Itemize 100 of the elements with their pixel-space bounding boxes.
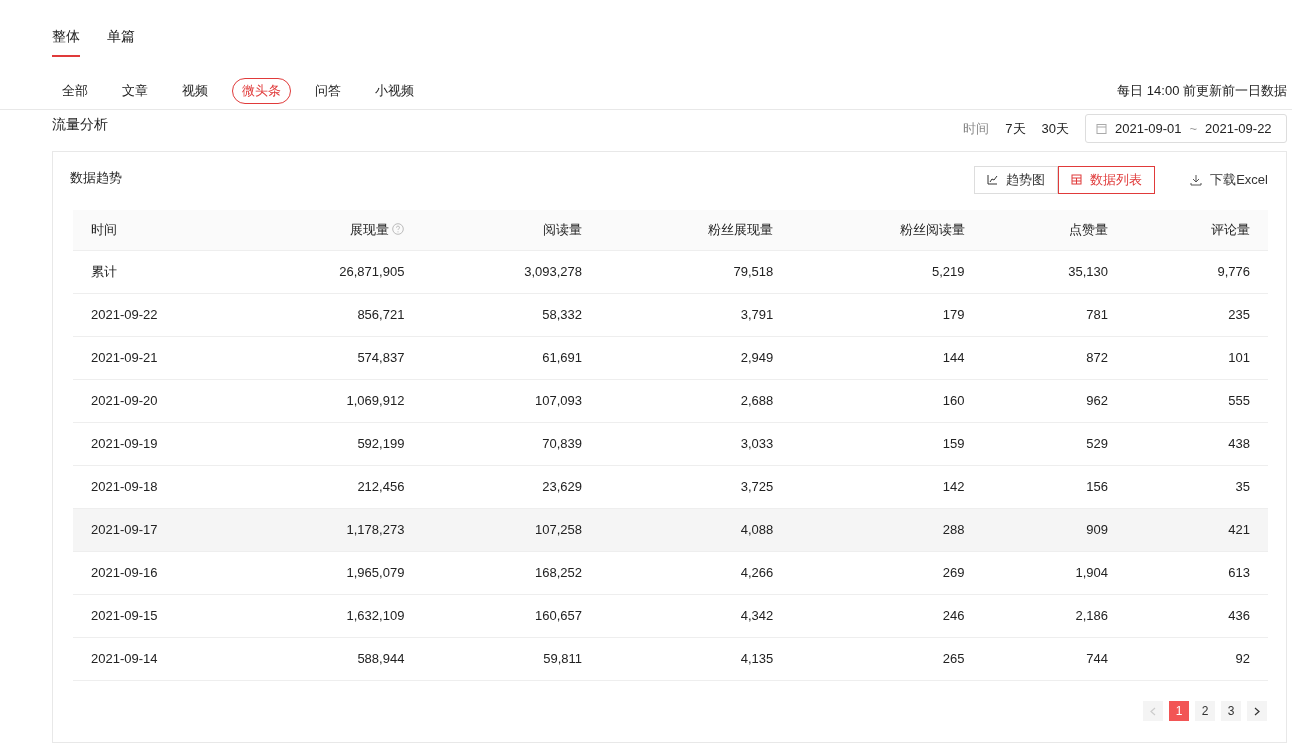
table-cell: 2021-09-18 xyxy=(73,465,231,509)
time-option[interactable]: 30天 xyxy=(1041,118,1069,138)
table-cell: 235 xyxy=(1125,293,1268,337)
content-tab[interactable]: 文章 xyxy=(112,78,158,104)
table-cell: 168,252 xyxy=(422,551,601,595)
table-cell: 累计 xyxy=(73,250,231,294)
table-cell: 35 xyxy=(1125,465,1268,509)
table-row[interactable]: 2021-09-17 1,178,273 107,258 4,088 288 909 421 xyxy=(73,508,1268,552)
column-header: 点赞量 xyxy=(982,209,1126,251)
column-header: 阅读量 xyxy=(422,209,601,251)
table-cell: 107,093 xyxy=(422,379,601,423)
scope-tab[interactable]: 整体 xyxy=(52,14,80,57)
table-cell: 160 xyxy=(791,379,983,423)
table-row[interactable]: 累计 26,871,905 3,093,278 79,518 5,219 35,130 9,776 xyxy=(73,250,1268,294)
table-cell: 421 xyxy=(1125,508,1268,552)
table-cell: 2021-09-22 xyxy=(73,293,231,337)
table-cell: 436 xyxy=(1125,594,1268,638)
table-cell: 35,130 xyxy=(982,250,1126,294)
table-cell: 159 xyxy=(791,422,983,466)
table-row[interactable]: 2021-09-20 1,069,912 107,093 2,688 160 962 555 xyxy=(73,379,1268,423)
table-cell: 2021-09-15 xyxy=(73,594,231,638)
table-cell: 2021-09-16 xyxy=(73,551,231,595)
content-tab[interactable]: 小视频 xyxy=(365,78,424,104)
table-cell: 555 xyxy=(1125,379,1268,423)
time-option[interactable]: 7天 xyxy=(1005,118,1026,138)
table-cell: 781 xyxy=(982,293,1126,337)
column-header: 时间 xyxy=(73,209,231,251)
date-range-field[interactable]: 2021-09-01 ~ 2021-09-22 xyxy=(1085,113,1287,143)
table-row[interactable]: 2021-09-15 1,632,109 160,657 4,342 246 2,186 436 xyxy=(73,594,1268,638)
section-title: 流量分析 xyxy=(52,114,108,134)
table-cell: 2,949 xyxy=(600,336,792,380)
table-cell: 2021-09-21 xyxy=(73,336,231,380)
table-cell: 269 xyxy=(791,551,983,595)
page-button[interactable]: 3 xyxy=(1221,701,1241,721)
table-cell: 4,342 xyxy=(600,594,792,638)
table-cell: 438 xyxy=(1125,422,1268,466)
table-cell: 2021-09-20 xyxy=(73,379,231,423)
view-toggle-button[interactable]: 数据列表 xyxy=(1058,166,1156,194)
table-cell: 179 xyxy=(791,293,983,337)
download-excel-button[interactable]: 下载Excel xyxy=(1189,169,1269,191)
table-cell: 23,629 xyxy=(422,465,601,509)
column-header: 粉丝展现量 xyxy=(600,209,792,251)
table-cell: 744 xyxy=(982,637,1126,681)
table-cell: 1,965,079 xyxy=(231,551,423,595)
table-cell: 3,033 xyxy=(600,422,792,466)
table-cell: 962 xyxy=(982,379,1126,423)
table-cell: 3,725 xyxy=(600,465,792,509)
table-cell: 26,871,905 xyxy=(231,250,423,294)
chevron-right-icon xyxy=(1254,707,1260,717)
table-cell: 4,135 xyxy=(600,637,792,681)
table-cell: 529 xyxy=(982,422,1126,466)
table-cell: 4,088 xyxy=(600,508,792,552)
table-cell: 1,178,273 xyxy=(231,508,423,552)
table-cell: 70,839 xyxy=(422,422,601,466)
table-cell: 2021-09-14 xyxy=(73,637,231,681)
column-header: 展现量 xyxy=(231,209,423,251)
table-cell: 909 xyxy=(982,508,1126,552)
table-cell: 58,332 xyxy=(422,293,601,337)
content-tab[interactable]: 问答 xyxy=(305,78,351,104)
table-cell: 872 xyxy=(982,336,1126,380)
table-cell: 1,632,109 xyxy=(231,594,423,638)
table-row[interactable]: 2021-09-14 588,944 59,811 4,135 265 744 92 xyxy=(73,637,1268,681)
table-cell: 592,199 xyxy=(231,422,423,466)
page-button[interactable]: 2 xyxy=(1195,701,1215,721)
table-cell: 59,811 xyxy=(422,637,601,681)
table-cell: 288 xyxy=(791,508,983,552)
table-cell: 574,837 xyxy=(231,336,423,380)
table-row[interactable]: 2021-09-18 212,456 23,629 3,725 142 156 35 xyxy=(73,465,1268,509)
calendar-icon xyxy=(1096,122,1107,134)
table-cell: 1,069,912 xyxy=(231,379,423,423)
next-page-button[interactable] xyxy=(1247,701,1267,721)
line-chart-icon xyxy=(987,174,999,186)
table-cell: 856,721 xyxy=(231,293,423,337)
table-cell: 1,904 xyxy=(982,551,1126,595)
table-row[interactable]: 2021-09-22 856,721 58,332 3,791 179 781 235 xyxy=(73,293,1268,337)
content-tab[interactable]: 全部 xyxy=(52,78,98,104)
table-cell: 2021-09-19 xyxy=(73,422,231,466)
table-cell: 92 xyxy=(1125,637,1268,681)
help-icon[interactable] xyxy=(392,223,405,235)
table-cell: 9,776 xyxy=(1125,250,1268,294)
content-tab[interactable]: 视频 xyxy=(172,78,218,104)
scope-tab[interactable]: 单篇 xyxy=(107,14,135,57)
table-cell: 5,219 xyxy=(791,250,983,294)
table-cell: 144 xyxy=(791,336,983,380)
table-row[interactable]: 2021-09-21 574,837 61,691 2,949 144 872 101 xyxy=(73,336,1268,380)
view-toggle-button[interactable]: 趋势图 xyxy=(974,166,1059,194)
column-header: 粉丝阅读量 xyxy=(791,209,983,251)
table-row[interactable]: 2021-09-16 1,965,079 168,252 4,266 269 1,904 613 xyxy=(73,551,1268,595)
table-cell: 79,518 xyxy=(600,250,792,294)
table-row[interactable]: 2021-09-19 592,199 70,839 3,033 159 529 438 xyxy=(73,422,1268,466)
time-label: 时间 xyxy=(963,119,990,138)
table-cell: 613 xyxy=(1125,551,1268,595)
table-cell: 107,258 xyxy=(422,508,601,552)
table-cell: 142 xyxy=(791,465,983,509)
table-cell: 101 xyxy=(1125,336,1268,380)
table-cell: 3,093,278 xyxy=(422,250,601,294)
table-cell: 160,657 xyxy=(422,594,601,638)
table-cell: 2,688 xyxy=(600,379,792,423)
table-icon xyxy=(1071,174,1083,186)
update-note: 每日 14:00 前更新前一日数据 xyxy=(1117,82,1287,100)
